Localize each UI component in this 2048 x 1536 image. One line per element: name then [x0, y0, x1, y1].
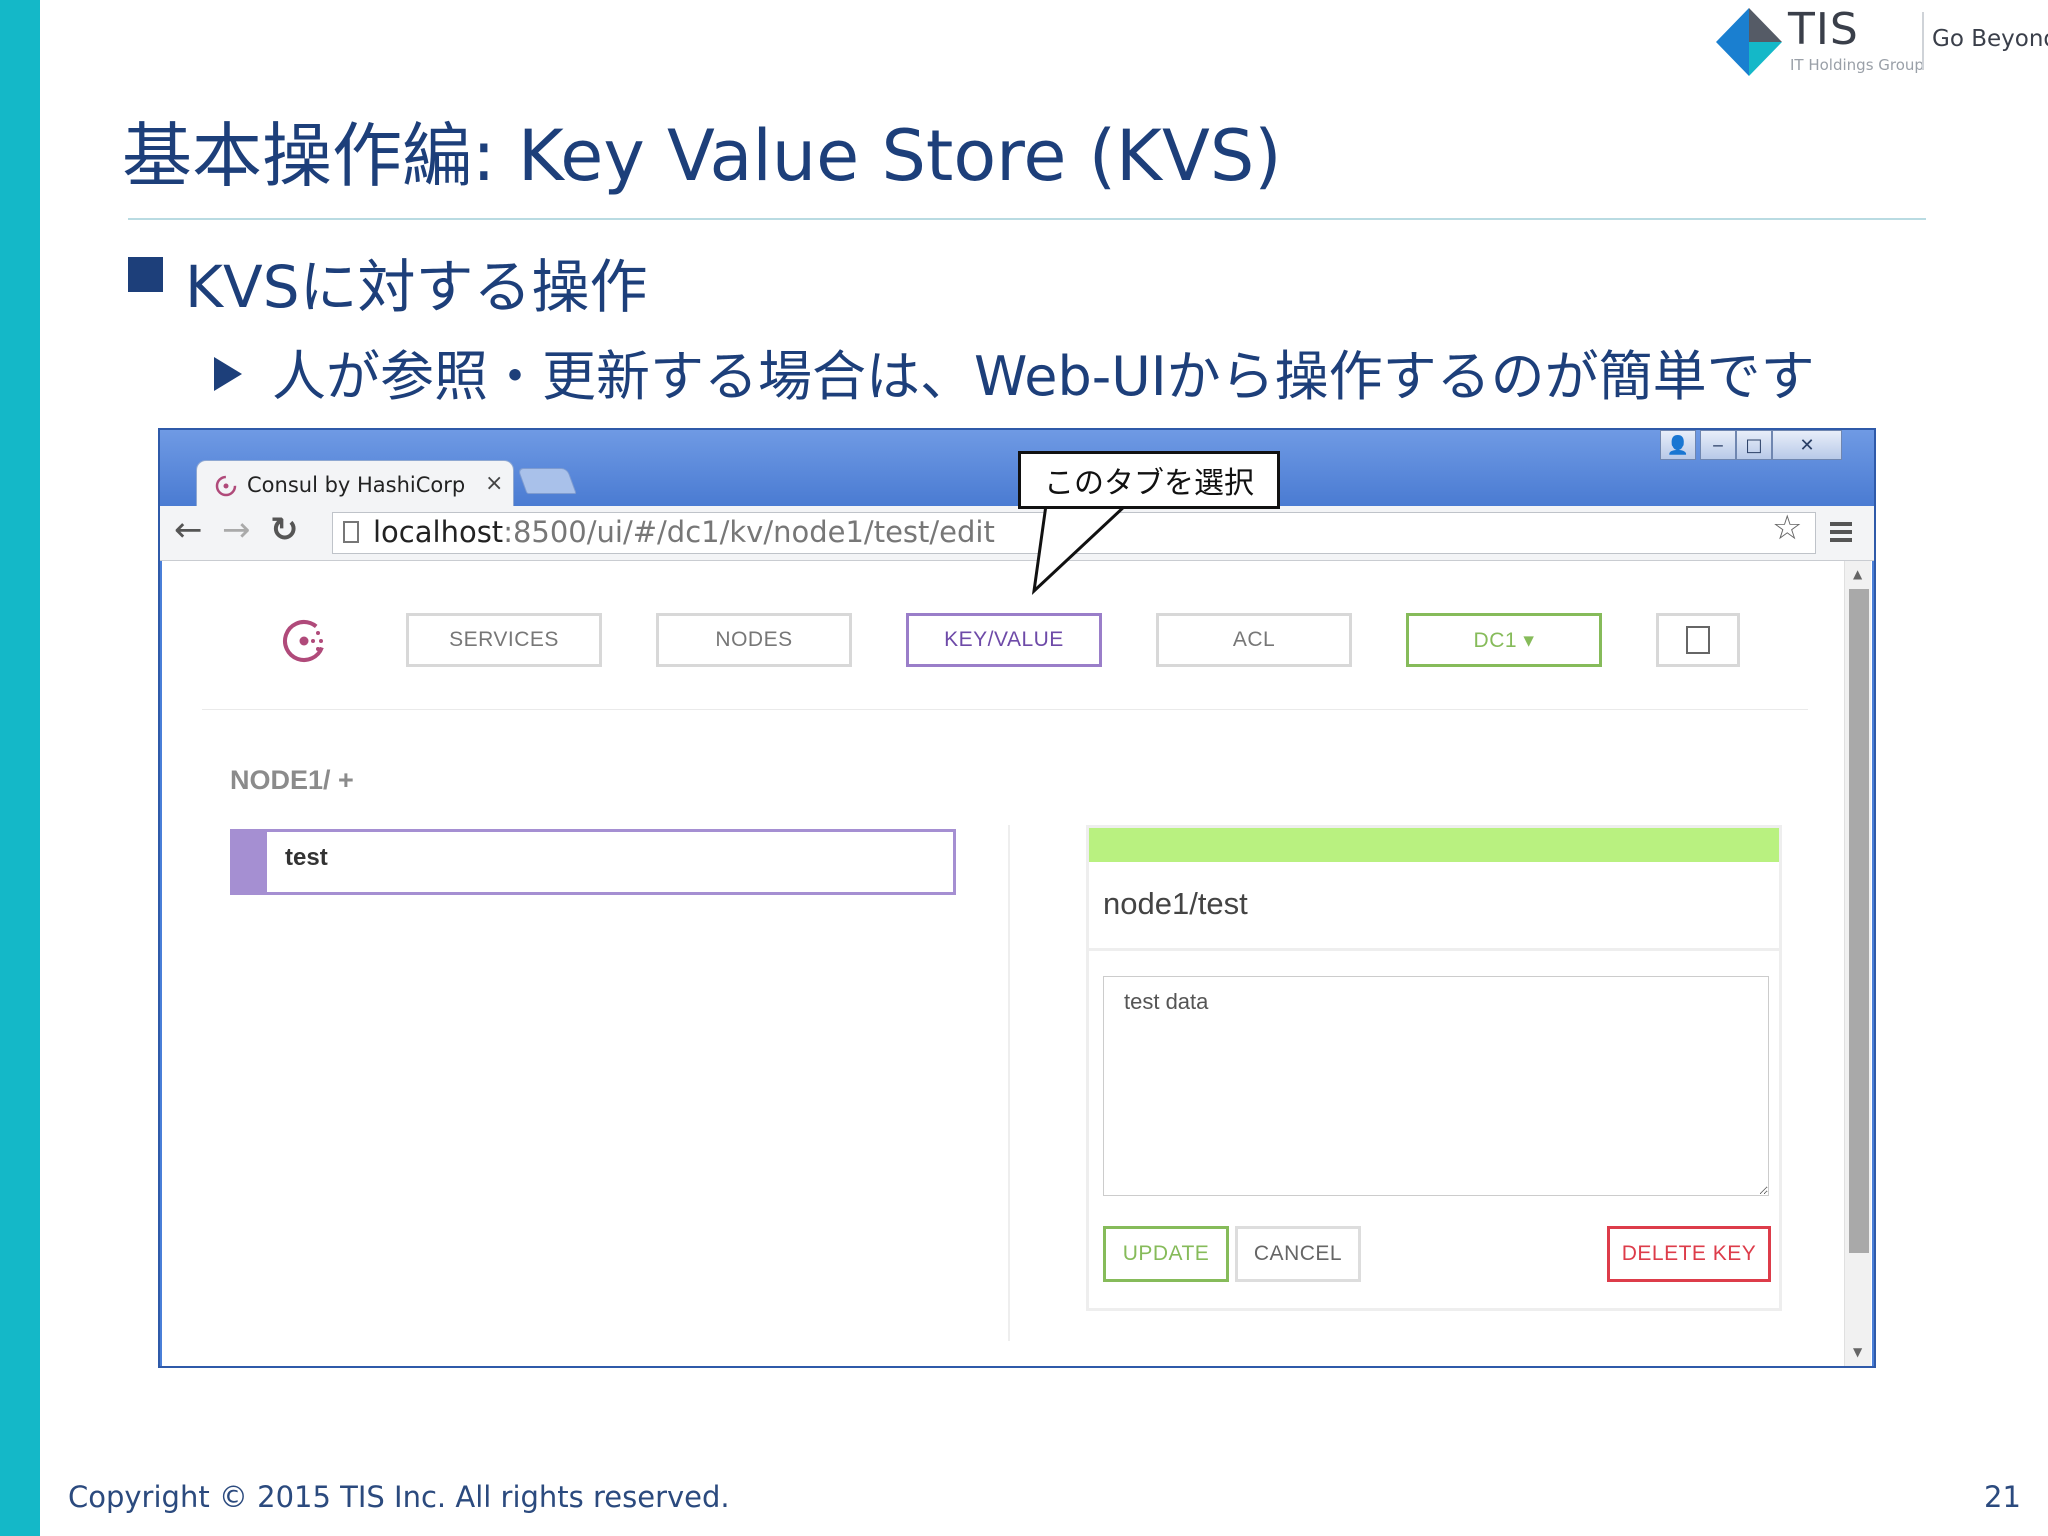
column-divider — [1008, 825, 1010, 1341]
scroll-up-icon[interactable]: ▲ — [1853, 567, 1862, 581]
datacenter-dropdown[interactable]: DC1 ▾ — [1406, 613, 1602, 667]
square-bullet-icon — [128, 257, 163, 292]
key-list-item[interactable]: test — [230, 829, 956, 895]
nav-nodes-button[interactable]: NODES — [656, 613, 852, 667]
menu-hamburger-icon[interactable] — [1830, 522, 1852, 544]
profile-window-button[interactable]: 👤 — [1660, 430, 1696, 460]
accent-side-bar — [0, 0, 40, 1536]
forward-arrow-icon[interactable]: → — [222, 510, 251, 550]
logo-name: TIS — [1788, 4, 1859, 55]
header-divider — [202, 709, 1808, 710]
page-number: 21 — [1984, 1480, 2021, 1514]
consul-favicon-icon — [215, 475, 237, 497]
new-tab-button[interactable] — [517, 468, 577, 494]
callout-pointer — [1031, 505, 1129, 595]
update-button[interactable]: UPDATE — [1103, 1226, 1229, 1282]
nav-key-value-button[interactable]: KEY/VALUE — [906, 613, 1102, 667]
panel-status-bar — [1089, 828, 1779, 862]
panel-divider — [1089, 948, 1779, 951]
breadcrumb[interactable]: NODE1/ + — [230, 765, 354, 796]
bullet-heading: KVSに対する操作 — [185, 253, 648, 321]
bookmark-star-icon[interactable]: ☆ — [1772, 508, 1802, 548]
consul-logo-icon[interactable] — [280, 615, 332, 667]
nav-services-button[interactable]: SERVICES — [406, 613, 602, 667]
triangle-bullet-icon — [214, 357, 242, 391]
slide-title: 基本操作編: Key Value Store (KVS) — [122, 115, 1282, 197]
page-icon — [343, 521, 359, 543]
value-textarea[interactable]: test data — [1103, 976, 1769, 1196]
copyright-footer: Copyright © 2015 TIS Inc. All rights res… — [68, 1480, 730, 1514]
close-window-button[interactable]: ✕ — [1772, 430, 1842, 460]
tab-title: Consul by HashiCorp — [247, 473, 466, 497]
maximize-window-button[interactable]: □ — [1736, 430, 1772, 460]
title-divider — [128, 218, 1926, 220]
browser-tab-consul[interactable]: Consul by HashiCorp × — [196, 460, 514, 508]
scrollbar-thumb[interactable] — [1849, 589, 1869, 1253]
panel-title: node1/test — [1103, 886, 1248, 921]
browser-titlebar: 👤 ‒ □ ✕ Consul by HashiCorp × — [160, 430, 1874, 508]
tab-close-icon[interactable]: × — [485, 471, 503, 496]
settings-square-icon — [1686, 626, 1710, 654]
cancel-button[interactable]: CANCEL — [1235, 1226, 1361, 1282]
reload-icon[interactable]: ↻ — [270, 510, 299, 550]
key-item-label: test — [285, 844, 328, 871]
logo-tagline: Go Beyond — [1932, 26, 2048, 52]
key-edit-panel: node1/test test data UPDATE CANCEL DELET… — [1086, 825, 1782, 1311]
nav-acl-button[interactable]: ACL — [1156, 613, 1352, 667]
logo-divider — [1922, 12, 1924, 70]
logo-group-text: IT Holdings Group — [1790, 56, 1924, 74]
bullet-subpoint: 人が参照・更新する場合は、Web-UIから操作するのが簡単です — [272, 345, 1815, 408]
tis-logo-icon — [1716, 8, 1782, 76]
back-arrow-icon[interactable]: ← — [174, 510, 203, 550]
vertical-scrollbar[interactable]: ▲ ▼ — [1844, 561, 1871, 1366]
minimize-window-button[interactable]: ‒ — [1700, 430, 1736, 460]
key-item-marker — [233, 832, 267, 892]
address-url: localhost:8500/ui/#/dc1/kv/node1/test/ed… — [373, 515, 995, 549]
callout-annotation: このタブを選択 — [1018, 451, 1280, 509]
delete-key-button[interactable]: DELETE KEY — [1607, 1226, 1771, 1282]
settings-button[interactable] — [1656, 613, 1740, 667]
scroll-down-icon[interactable]: ▼ — [1853, 1345, 1862, 1359]
page-content: SERVICES NODES KEY/VALUE ACL DC1 ▾ NODE1… — [162, 561, 1872, 1366]
